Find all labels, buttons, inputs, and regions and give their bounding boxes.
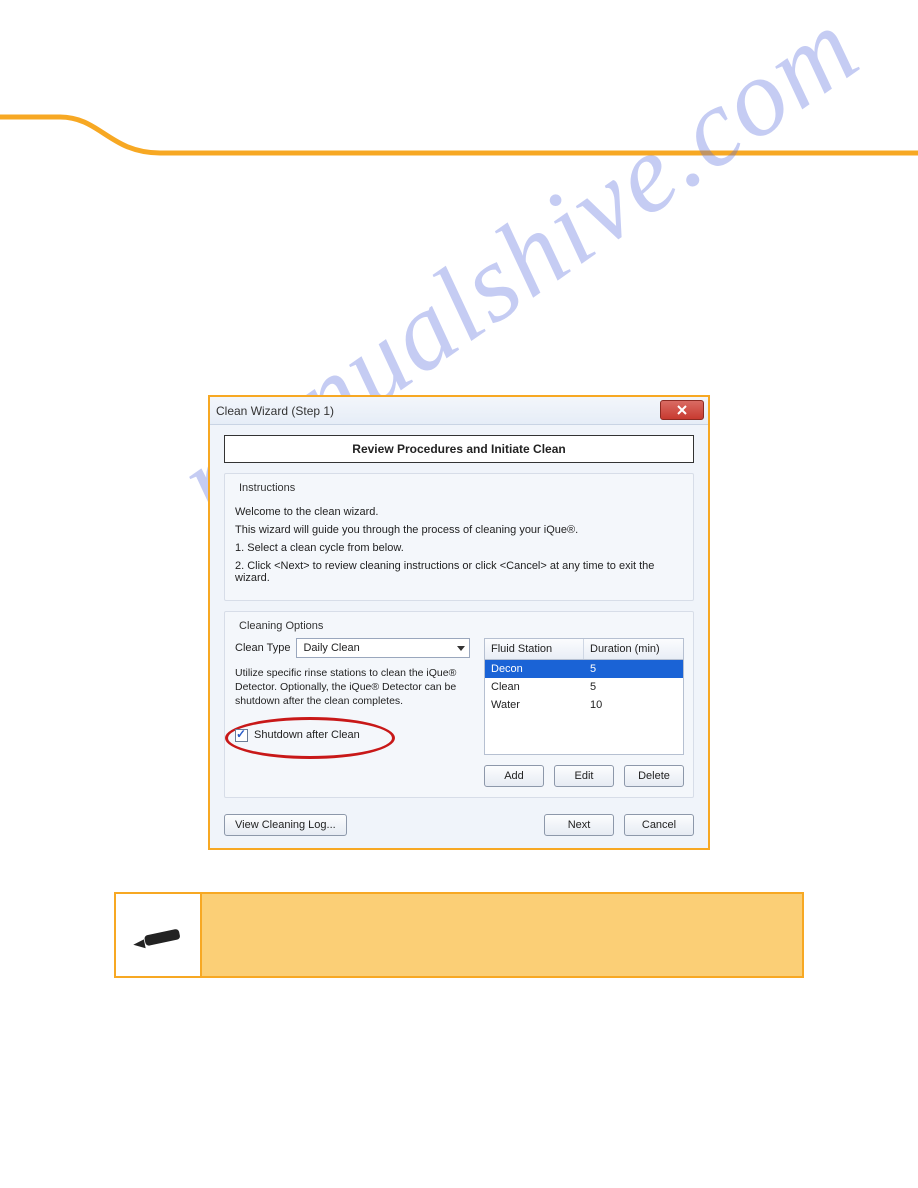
table-row[interactable]: Water 10 — [485, 696, 683, 714]
clean-type-label: Clean Type — [235, 642, 290, 654]
instructions-welcome: Welcome to the clean wizard. — [235, 506, 683, 518]
table-cell-duration: 10 — [584, 696, 683, 714]
shutdown-checkbox[interactable] — [235, 729, 248, 742]
table-row[interactable]: Decon 5 — [485, 660, 683, 678]
next-button[interactable]: Next — [544, 814, 614, 836]
cleaning-options-legend: Cleaning Options — [235, 620, 327, 632]
instructions-legend: Instructions — [235, 482, 299, 494]
delete-button[interactable]: Delete — [624, 765, 684, 787]
table-cell-station: Clean — [485, 678, 584, 696]
titlebar: Clean Wizard (Step 1) — [210, 397, 708, 425]
pencil-icon — [131, 920, 185, 950]
cancel-button[interactable]: Cancel — [624, 814, 694, 836]
view-cleaning-log-button[interactable]: View Cleaning Log... — [224, 814, 347, 836]
instructions-step1: 1. Select a clean cycle from below. — [235, 542, 683, 554]
note-body — [202, 894, 802, 976]
section-title: Review Procedures and Initiate Clean — [224, 435, 694, 463]
table-row[interactable]: Clean 5 — [485, 678, 683, 696]
clean-type-dropdown[interactable]: Daily Clean — [296, 638, 470, 658]
instructions-guide: This wizard will guide you through the p… — [235, 524, 683, 536]
table-header-station: Fluid Station — [485, 639, 584, 659]
clean-type-value: Daily Clean — [303, 642, 359, 654]
table-cell-station: Decon — [485, 660, 584, 678]
close-icon — [676, 404, 688, 416]
cleaning-options-fieldset: Cleaning Options Clean Type Daily Clean … — [224, 611, 694, 798]
add-button[interactable]: Add — [484, 765, 544, 787]
dialog-title: Clean Wizard (Step 1) — [216, 404, 334, 418]
note-box — [114, 892, 804, 978]
clean-type-description: Utilize specific rinse stations to clean… — [235, 666, 470, 709]
header-curve — [0, 105, 918, 165]
clean-wizard-dialog: Clean Wizard (Step 1) Review Procedures … — [208, 395, 710, 850]
table-cell-duration: 5 — [584, 678, 683, 696]
table-header-duration: Duration (min) — [584, 639, 683, 659]
instructions-step2: 2. Click <Next> to review cleaning instr… — [235, 560, 683, 584]
shutdown-label: Shutdown after Clean — [254, 729, 360, 741]
table-cell-duration: 5 — [584, 660, 683, 678]
table-cell-station: Water — [485, 696, 584, 714]
edit-button[interactable]: Edit — [554, 765, 614, 787]
instructions-fieldset: Instructions Welcome to the clean wizard… — [224, 473, 694, 601]
fluid-station-table: Fluid Station Duration (min) Decon 5 Cle… — [484, 638, 684, 755]
close-button[interactable] — [660, 400, 704, 420]
